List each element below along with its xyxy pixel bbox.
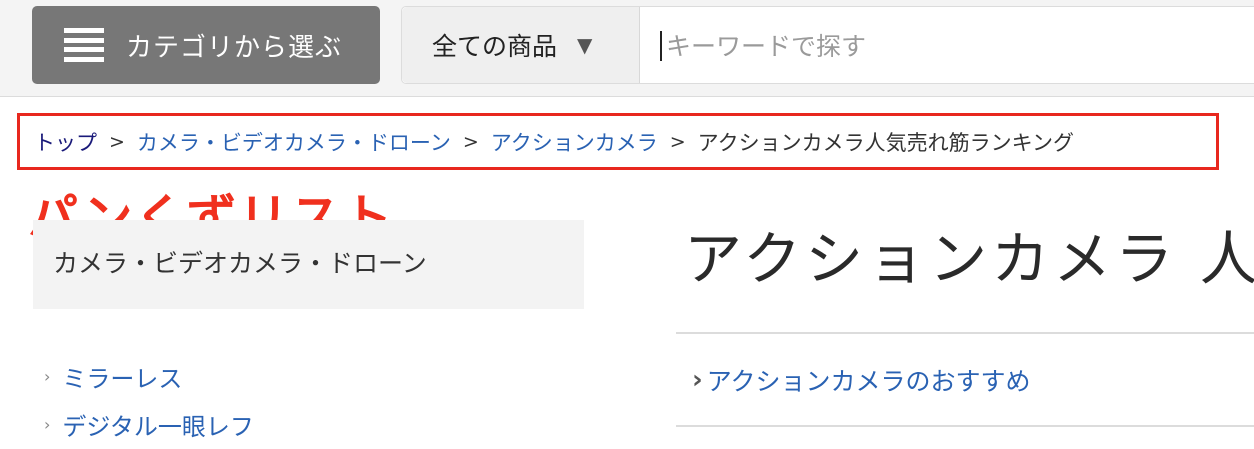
breadcrumb-current: アクションカメラ人気売れ筋ランキング xyxy=(697,130,1074,155)
breadcrumb-link-camera[interactable]: カメラ・ビデオカメラ・ドローン xyxy=(137,127,451,157)
sidebar-item-label: ミラーレス xyxy=(62,364,183,393)
top-bar: カテゴリから選ぶ 全ての商品 ▼ xyxy=(0,0,1254,97)
breadcrumb: トップ > カメラ・ビデオカメラ・ドローン > アクションカメラ > アクション… xyxy=(17,113,1219,170)
search-input[interactable] xyxy=(660,31,1254,61)
sidebar-list: › ミラーレス › デジタル一眼レフ xyxy=(44,352,254,448)
divider xyxy=(676,332,1254,334)
chevron-right-icon: › xyxy=(44,414,51,434)
search-scope-select[interactable]: 全ての商品 ▼ xyxy=(402,7,640,83)
search-bar: 全ての商品 ▼ xyxy=(401,6,1254,84)
caret-down-icon: ▼ xyxy=(577,33,593,57)
divider xyxy=(676,425,1254,427)
breadcrumb-separator: > xyxy=(462,130,479,153)
category-button-label: カテゴリから選ぶ xyxy=(126,32,343,63)
page-title: アクションカメラ 人 xyxy=(684,225,1254,293)
breadcrumb-separator: > xyxy=(669,130,686,153)
sidebar-item-dslr[interactable]: › デジタル一眼レフ xyxy=(44,400,254,448)
hamburger-icon xyxy=(64,28,104,62)
chevron-right-icon: › xyxy=(692,365,703,395)
search-scope-label: 全ての商品 xyxy=(432,32,558,61)
sidebar-header: カメラ・ビデオカメラ・ドローン xyxy=(33,220,584,309)
recommend-link[interactable]: › アクションカメラのおすすめ xyxy=(692,362,1030,398)
breadcrumb-separator: > xyxy=(109,130,125,153)
chevron-right-icon: › xyxy=(44,366,51,386)
category-menu-button[interactable]: カテゴリから選ぶ xyxy=(32,6,380,84)
recommend-link-label: アクションカメラのおすすめ xyxy=(706,367,1031,396)
sidebar-item-label: デジタル一眼レフ xyxy=(62,412,254,441)
breadcrumb-link-action-camera[interactable]: アクションカメラ xyxy=(491,127,658,157)
sidebar-item-mirrorless[interactable]: › ミラーレス xyxy=(44,352,254,400)
breadcrumb-link-top[interactable]: トップ xyxy=(34,127,97,157)
